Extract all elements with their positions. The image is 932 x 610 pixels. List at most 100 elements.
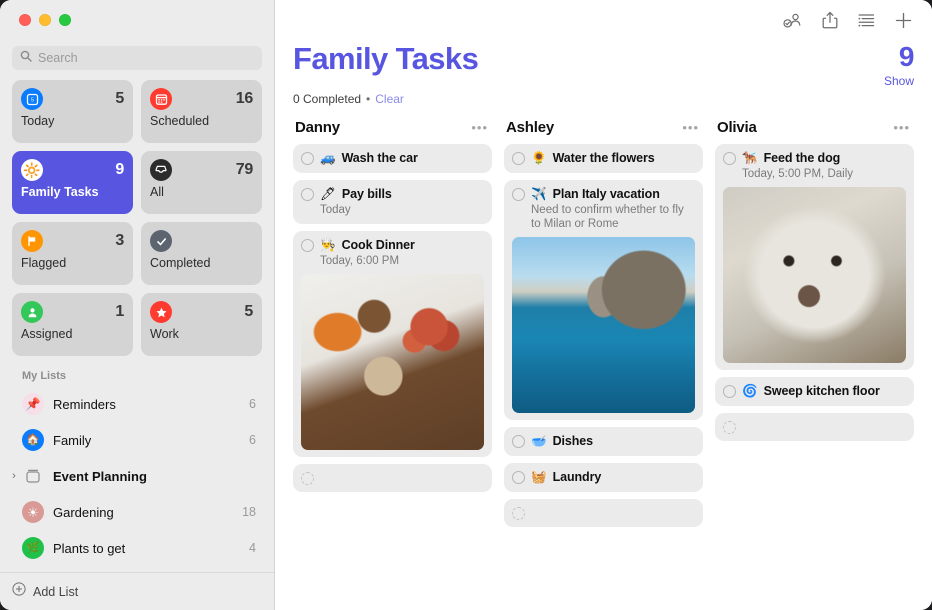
column-more-button[interactable]: •••: [471, 121, 488, 134]
task-complete-radio[interactable]: [512, 152, 525, 165]
task-subtitle: Today, 6:00 PM: [301, 254, 484, 268]
task-subtitle: Today: [301, 203, 484, 217]
task-column-ashley: Ashley••• 🌻 Water the flowers ✈️ Plan Italy …: [504, 116, 703, 534]
task-line: 🚙Wash the car: [301, 151, 484, 166]
task-complete-radio[interactable]: [301, 239, 314, 252]
smart-list-label: Flagged: [21, 256, 124, 270]
separator-dot: •: [366, 92, 370, 106]
smart-list-count: 5: [244, 303, 253, 321]
task-item[interactable]: 🐕‍🦺Feed the dogToday, 5:00 PM, Daily: [715, 144, 914, 370]
task-complete-radio[interactable]: [512, 507, 525, 520]
task-item[interactable]: 🥣 Dishes: [504, 427, 703, 456]
task-emoji: 🐕‍🦺: [742, 151, 758, 166]
column-header: Olivia•••: [715, 116, 914, 138]
show-completed-link[interactable]: Show: [884, 74, 914, 88]
column-more-button[interactable]: •••: [682, 121, 699, 134]
list-item-event-planning[interactable]: ›Event Planning: [10, 458, 264, 494]
task-emoji: 🚙: [320, 151, 336, 166]
task-title: Cook Dinner: [342, 238, 415, 253]
list-item-family[interactable]: 🏠Family6: [10, 422, 264, 458]
calendar-day-icon: 5: [21, 88, 43, 110]
smart-list-label: Today: [21, 114, 124, 128]
task-emoji: ✈️: [531, 187, 547, 202]
new-task-row[interactable]: [715, 413, 914, 441]
task-item[interactable]: 🖊Pay billsToday: [293, 180, 492, 224]
smart-list-assigned[interactable]: 1Assigned: [12, 293, 133, 356]
list-item-gardening[interactable]: ☀Gardening18: [10, 494, 264, 530]
task-emoji: 🧺: [531, 470, 547, 485]
list-item-label: Reminders: [53, 397, 240, 412]
smart-list-work[interactable]: 5Work: [141, 293, 262, 356]
view-options-button[interactable]: [858, 13, 875, 27]
task-item[interactable]: ✈️ Plan Italy vacationNeed to confirm whe…: [504, 180, 703, 420]
task-subtitle: Need to confirm whether to fly to Milan …: [512, 203, 695, 231]
task-emoji: 🌻: [531, 151, 547, 166]
task-complete-radio[interactable]: [301, 152, 314, 165]
task-complete-radio[interactable]: [723, 421, 736, 434]
task-title: Water the flowers: [553, 151, 655, 166]
task-complete-radio[interactable]: [301, 472, 314, 485]
share-button[interactable]: [822, 11, 838, 29]
my-lists-header: My Lists: [0, 364, 274, 386]
share-list-button[interactable]: [783, 12, 802, 29]
list-item-reminders[interactable]: 📌Reminders6: [10, 386, 264, 422]
clear-completed-link[interactable]: Clear: [375, 92, 404, 106]
calendar-icon: [150, 88, 172, 110]
search-field[interactable]: [12, 46, 262, 70]
task-complete-radio[interactable]: [723, 385, 736, 398]
white-dog-photo[interactable]: [723, 187, 906, 363]
smart-list-top: 55: [21, 88, 124, 110]
task-complete-radio[interactable]: [512, 471, 525, 484]
person-icon: [21, 301, 43, 323]
close-button[interactable]: [19, 14, 31, 26]
new-task-row[interactable]: [504, 499, 703, 527]
add-reminder-button[interactable]: [895, 12, 912, 29]
zoom-button[interactable]: [59, 14, 71, 26]
task-title: Dishes: [553, 434, 593, 449]
task-complete-radio[interactable]: [723, 152, 736, 165]
task-line: [301, 471, 484, 485]
smart-list-today[interactable]: 55 Today: [12, 80, 133, 143]
smart-list-label: Family Tasks: [21, 185, 124, 199]
task-item[interactable]: 🌀Sweep kitchen floor: [715, 377, 914, 406]
smart-list-top: 3: [21, 230, 124, 252]
list-item-plants-to-get[interactable]: 🌿Plants to get4: [10, 530, 264, 566]
smart-list-count: 1: [115, 303, 124, 321]
task-complete-radio[interactable]: [512, 435, 525, 448]
new-task-row[interactable]: [293, 464, 492, 492]
smart-list-family-tasks[interactable]: 🔆9Family Tasks: [12, 151, 133, 214]
task-item[interactable]: 🧺Laundry: [504, 463, 703, 492]
search-input[interactable]: [38, 51, 254, 65]
smart-list-completed[interactable]: Completed: [141, 222, 262, 285]
task-line: [512, 506, 695, 520]
task-line: 🌀Sweep kitchen floor: [723, 384, 906, 399]
task-emoji: 👨‍🍳: [320, 238, 336, 253]
smart-list-label: Scheduled: [150, 114, 253, 128]
italy-coast-photo[interactable]: [512, 237, 695, 413]
task-title: Plan Italy vacation: [553, 187, 660, 202]
minimize-button[interactable]: [39, 14, 51, 26]
task-complete-radio[interactable]: [301, 188, 314, 201]
list-item-count: 6: [249, 433, 256, 447]
task-emoji: 🥣: [531, 434, 547, 449]
task-item[interactable]: 🚙Wash the car: [293, 144, 492, 173]
smart-list-top: 79: [150, 159, 253, 181]
chevron-right-icon[interactable]: ›: [8, 470, 20, 482]
smart-list-all[interactable]: 79All: [141, 151, 262, 214]
smart-list-top: 1: [21, 301, 124, 323]
add-list-button[interactable]: Add List: [0, 572, 274, 610]
food-platter-photo[interactable]: [301, 274, 484, 450]
list-item-label: Family: [53, 433, 240, 448]
task-complete-radio[interactable]: [512, 188, 525, 201]
inbox-tray-icon: [150, 159, 172, 181]
task-line: 🐕‍🦺Feed the dog: [723, 151, 906, 166]
smart-list-top: [150, 230, 253, 252]
smart-lists-grid: 55Today16Scheduled🔆9Family Tasks79All3Fl…: [0, 80, 274, 364]
column-more-button[interactable]: •••: [893, 121, 910, 134]
smart-list-flagged[interactable]: 3 Flagged: [12, 222, 133, 285]
star-icon: [150, 301, 172, 323]
column-header: Ashley•••: [504, 116, 703, 138]
task-item[interactable]: 👨‍🍳 Cook DinnerToday, 6:00 PM: [293, 231, 492, 457]
smart-list-scheduled[interactable]: 16Scheduled: [141, 80, 262, 143]
task-item[interactable]: 🌻 Water the flowers: [504, 144, 703, 173]
